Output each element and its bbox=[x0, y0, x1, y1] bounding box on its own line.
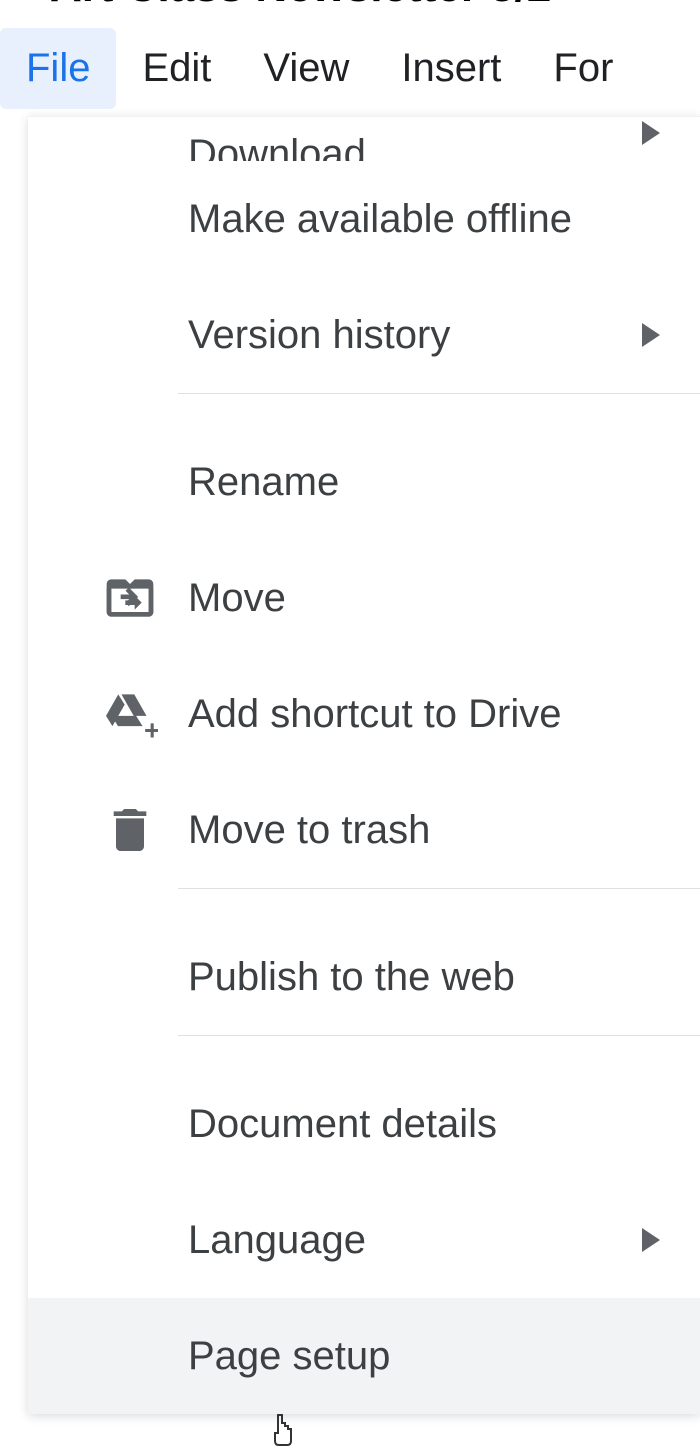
menu-item-download[interactable]: Download bbox=[28, 117, 700, 161]
menu-file[interactable]: File bbox=[0, 28, 116, 109]
spacer bbox=[28, 394, 700, 424]
menu-item-page-setup[interactable]: Page setup bbox=[28, 1298, 700, 1414]
menu-item-label: Language bbox=[188, 1218, 366, 1263]
menu-item-label: Download bbox=[188, 132, 366, 161]
document-title-area: Art Class Newsletter 5/2 bbox=[0, 0, 700, 20]
chevron-right-icon bbox=[642, 323, 660, 347]
menu-item-label: Move bbox=[188, 576, 286, 621]
menu-item-move[interactable]: Move bbox=[28, 540, 700, 656]
pointer-cursor-icon bbox=[268, 1413, 296, 1449]
menu-item-label: Add shortcut to Drive bbox=[188, 692, 562, 737]
trash-icon bbox=[102, 802, 158, 858]
menu-format[interactable]: For bbox=[527, 28, 639, 109]
menu-item-publish-to-the-web[interactable]: Publish to the web bbox=[28, 919, 700, 1035]
menu-item-label: Publish to the web bbox=[188, 955, 515, 1000]
menu-edit[interactable]: Edit bbox=[116, 28, 237, 109]
spacer bbox=[28, 1036, 700, 1066]
document-title: Art Class Newsletter 5/2 bbox=[50, 0, 551, 11]
menu-item-make-available-offline[interactable]: Make available offline bbox=[28, 161, 700, 277]
menu-item-label: Version history bbox=[188, 313, 450, 358]
menu-item-version-history[interactable]: Version history bbox=[28, 277, 700, 393]
menu-item-label: Page setup bbox=[188, 1334, 390, 1379]
menu-item-rename[interactable]: Rename bbox=[28, 424, 700, 540]
folder-move-icon bbox=[102, 570, 158, 626]
menu-item-move-to-trash[interactable]: Move to trash bbox=[28, 772, 700, 888]
menu-item-label: Make available offline bbox=[188, 197, 572, 242]
chevron-right-icon bbox=[642, 1228, 660, 1252]
menu-item-label: Rename bbox=[188, 460, 339, 505]
menu-item-label: Document details bbox=[188, 1102, 497, 1147]
drive-shortcut-icon: + bbox=[102, 686, 158, 742]
spacer bbox=[28, 889, 700, 919]
menu-item-language[interactable]: Language bbox=[28, 1182, 700, 1298]
menu-insert[interactable]: Insert bbox=[375, 28, 527, 109]
file-dropdown: Download Make available offline Version … bbox=[28, 116, 700, 1414]
menu-item-document-details[interactable]: Document details bbox=[28, 1066, 700, 1182]
chevron-right-icon bbox=[642, 121, 660, 145]
svg-text:+: + bbox=[144, 715, 158, 742]
menu-item-add-shortcut-to-drive[interactable]: + Add shortcut to Drive bbox=[28, 656, 700, 772]
menu-item-label: Move to trash bbox=[188, 808, 430, 853]
menu-view[interactable]: View bbox=[237, 28, 375, 109]
menubar: File Edit View Insert For bbox=[0, 20, 700, 109]
